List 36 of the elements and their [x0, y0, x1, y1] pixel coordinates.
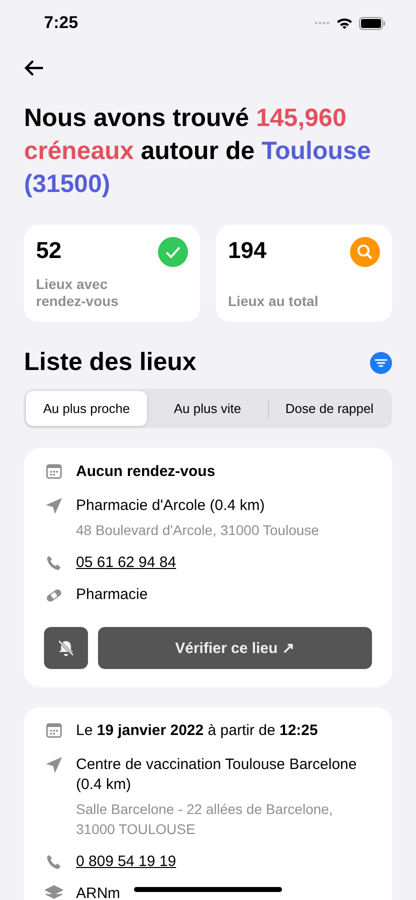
phone-link[interactable]: 0 809 54 19 19: [76, 853, 176, 870]
calendar-icon: [46, 463, 62, 479]
mute-button[interactable]: [44, 627, 88, 669]
wifi-icon: [336, 17, 353, 29]
sort-tab[interactable]: Au plus vite: [147, 391, 268, 426]
place-address: 48 Boulevard d'Arcole, 31000 Toulouse: [76, 521, 319, 540]
search-icon: [350, 237, 380, 267]
place-address: Salle Barcelone - 22 allées de Barcelone, 31000 TOULOUSE: [76, 800, 334, 839]
location-arrow-icon: [45, 756, 63, 774]
appointment-text: Aucun rendez-vous: [76, 462, 216, 482]
phone-icon: [46, 555, 62, 571]
calendar-icon: [46, 722, 62, 738]
stat-label: Lieux avec rendez-vous: [36, 276, 120, 310]
sort-tab[interactable]: Au plus proche: [26, 391, 147, 426]
place-name: Centre de vaccination Toulouse Barcelone (0.4 km): [76, 755, 358, 795]
battery-icon: [359, 16, 386, 30]
stat-value: 194: [228, 237, 266, 264]
filter-icon[interactable]: [370, 352, 392, 374]
signal-icon: [314, 21, 330, 25]
place-type: ARNm: [76, 884, 120, 900]
stat-label: Lieux au total: [228, 293, 320, 310]
appointment-text: Le 19 janvier 2022 à partir de 12:25: [76, 721, 318, 741]
check-icon: [158, 237, 188, 267]
location-arrow-icon: [45, 497, 63, 515]
status-time: 7:25: [44, 13, 78, 33]
phone-link[interactable]: 05 61 62 94 84: [76, 554, 176, 571]
verify-button[interactable]: Vérifier ce lieu ↗: [98, 627, 372, 669]
phone-icon: [46, 854, 62, 870]
place-name: Pharmacie d'Arcole (0.4 km): [76, 496, 266, 516]
sort-tab[interactable]: Dose de rappel: [269, 391, 390, 426]
place-type: Pharmacie: [76, 585, 148, 605]
section-title: Liste des lieux: [24, 348, 196, 377]
stat-value: 52: [36, 237, 62, 264]
stack-icon: [45, 885, 63, 900]
bell-off-icon: [57, 639, 75, 657]
headline: Nous avons trouvé 145,960 créneaux autour de Toulouse (31500): [24, 103, 372, 200]
